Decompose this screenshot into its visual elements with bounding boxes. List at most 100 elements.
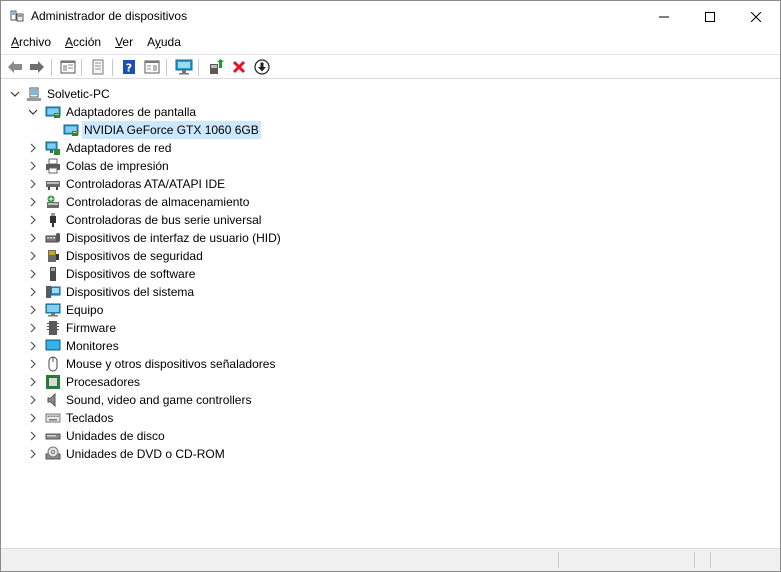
expand-chevron-icon[interactable] [27,250,39,262]
help-button[interactable]: ? [120,58,138,76]
tree-item-unidades-disco[interactable]: Unidades de disco [1,427,780,445]
update-driver-icon [210,59,224,74]
tree-item-label: Adaptadores de red [66,141,172,155]
toolbar: ? [1,54,780,79]
tree-item-label: NVIDIA GeForce GTX 1060 6GB [82,121,261,139]
expand-chevron-icon[interactable] [27,304,39,316]
network-adapter-icon [45,141,60,155]
scan-hardware-button[interactable] [175,58,193,76]
scan-hardware-icon [175,59,193,75]
disable-device-button[interactable] [253,58,271,76]
expand-chevron-icon[interactable] [27,448,39,460]
disable-device-icon [254,59,270,75]
expand-chevron-icon[interactable] [27,358,39,370]
tree-item-label: Unidades de disco [66,429,165,443]
tree-item-controladoras-usb[interactable]: Controladoras de bus serie universal [1,211,780,229]
tree-item-controladoras-almacenamiento[interactable]: Controladoras de almacenamiento [1,193,780,211]
tree-item-procesadores[interactable]: Procesadores [1,373,780,391]
device-tree[interactable]: Solvetic-PC Adaptadores de pantalla NVID… [1,81,780,547]
hid-icon [45,233,60,243]
properties-button[interactable] [89,58,107,76]
processor-icon [46,375,60,389]
status-bar [1,548,780,571]
menu-ver[interactable]: Ver [108,32,140,53]
collapse-chevron-icon[interactable] [9,88,21,100]
expand-chevron-icon[interactable] [27,286,39,298]
tree-item-label: Teclados [66,411,114,425]
expand-chevron-icon[interactable] [27,340,39,352]
menu-accion[interactable]: Acción [58,32,108,53]
tree-item-dispositivos-hid[interactable]: Dispositivos de interfaz de usuario (HID… [1,229,780,247]
tree-item-adaptadores-red[interactable]: Adaptadores de red [1,139,780,157]
tree-item-nvidia-gtx-1060[interactable]: NVIDIA GeForce GTX 1060 6GB [1,121,780,139]
expand-chevron-icon[interactable] [27,376,39,388]
maximize-icon [705,11,715,22]
expand-chevron-icon[interactable] [27,394,39,406]
expand-chevron-icon[interactable] [27,232,39,244]
tree-item-label: Dispositivos del sistema [66,285,195,299]
tree-item-label: Equipo [66,303,104,317]
tree-item-monitores[interactable]: Monitores [1,337,780,355]
tree-item-firmware[interactable]: Firmware [1,319,780,337]
tree-item-mouse[interactable]: Mouse y otros dispositivos señaladores [1,355,780,373]
security-device-icon [48,250,59,262]
expand-chevron-icon[interactable] [27,160,39,172]
toolbar-separator [166,59,167,76]
show-hide-console-tree-icon [60,60,76,74]
tree-root-label: Solvetic-PC [47,87,110,101]
expand-chevron-icon[interactable] [27,268,39,280]
maximize-button[interactable] [687,1,733,32]
system-device-icon [46,286,61,298]
expand-chevron-icon[interactable] [27,412,39,424]
tree-item-sound[interactable]: Sound, video and game controllers [1,391,780,409]
tree-item-adaptadores-pantalla[interactable]: Adaptadores de pantalla [1,103,780,121]
expand-chevron-icon[interactable] [27,196,39,208]
toolbar-separator [51,59,52,76]
device-manager-app-icon [10,10,24,22]
title-bar[interactable]: Administrador de dispositivos [1,1,780,32]
minimize-icon [659,16,669,17]
expand-chevron-icon[interactable] [27,430,39,442]
tree-item-teclados[interactable]: Teclados [1,409,780,427]
collapse-chevron-icon[interactable] [27,106,39,118]
tree-item-label: Controladoras de bus serie universal [66,213,262,227]
uninstall-device-button[interactable] [230,58,248,76]
menu-archivo[interactable]: Archivo [4,32,58,53]
printer-icon [46,158,60,174]
close-button[interactable] [733,1,779,32]
action-pane-button[interactable] [143,58,161,76]
menu-ayuda[interactable]: Ayuda [140,32,188,53]
tree-item-controladoras-ata[interactable]: Controladoras ATA/ATAPI IDE [1,175,780,193]
expand-chevron-icon[interactable] [27,178,39,190]
expand-chevron-icon[interactable] [27,142,39,154]
status-bar-divider [710,552,711,568]
uninstall-device-icon [232,60,246,74]
tree-item-unidades-dvd[interactable]: Unidades de DVD o CD-ROM [1,445,780,463]
action-pane-icon [144,60,160,74]
disk-drive-icon [45,433,61,440]
tree-item-label: Dispositivos de software [66,267,196,281]
back-button[interactable] [6,58,24,76]
expand-chevron-icon[interactable] [27,322,39,334]
tree-item-label: Controladoras de almacenamiento [66,195,250,209]
firmware-icon [47,321,59,335]
monitor-icon [45,339,61,351]
close-icon [751,11,761,22]
tree-item-label: Colas de impresión [66,159,169,173]
tree-item-label: Mouse y otros dispositivos señaladores [66,357,276,371]
dvd-drive-icon [45,446,61,460]
minimize-button[interactable] [641,1,687,32]
update-driver-button[interactable] [207,58,225,76]
tree-item-colas-impresion[interactable]: Colas de impresión [1,157,780,175]
tree-item-dispositivos-software[interactable]: Dispositivos de software [1,265,780,283]
help-icon: ? [123,60,135,75]
tree-item-label: Procesadores [66,375,141,389]
tree-item-dispositivos-sistema[interactable]: Dispositivos del sistema [1,283,780,301]
forward-button[interactable] [28,58,46,76]
ide-controller-icon [46,181,60,190]
tree-root[interactable]: Solvetic-PC [1,85,780,103]
tree-item-equipo[interactable]: Equipo [1,301,780,319]
show-hide-tree-button[interactable] [59,58,77,76]
expand-chevron-icon[interactable] [27,214,39,226]
tree-item-dispositivos-seguridad[interactable]: Dispositivos de seguridad [1,247,780,265]
